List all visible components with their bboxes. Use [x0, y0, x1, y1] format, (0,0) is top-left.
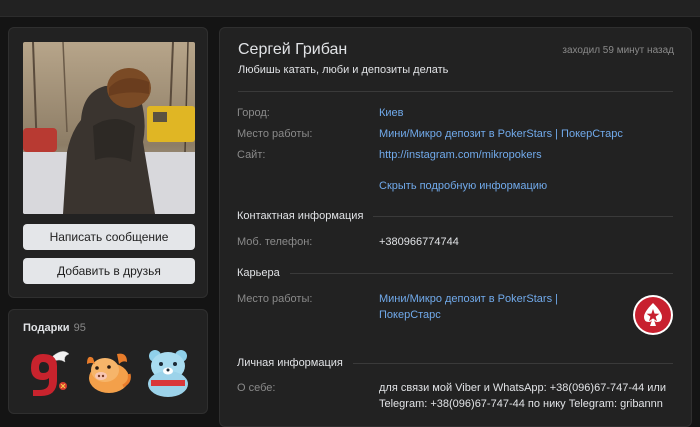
website-link[interactable]: http://instagram.com/mikropokers: [379, 147, 542, 163]
profile-photo[interactable]: [23, 42, 195, 214]
about-text-line1: для связи мой Viber и WhatsApp: +38(096)…: [379, 382, 666, 394]
career-work-label: Место работы:: [237, 293, 313, 305]
last-seen-status: заходил 59 минут назад: [562, 45, 674, 56]
section-divider: [289, 272, 673, 274]
work-link[interactable]: Мини/Микро депозит в PokerStars | ПокерС…: [379, 126, 623, 142]
phone-label: Моб. телефон:: [237, 236, 313, 248]
personal-section-header: Личная информация: [237, 357, 673, 369]
number-9-gift-icon[interactable]: [23, 346, 73, 398]
city-label: Город:: [237, 107, 270, 119]
about-value: для связи мой Viber и WhatsApp: +38(096)…: [379, 380, 666, 412]
pig-gift-icon[interactable]: [83, 346, 133, 398]
profile-photo-card: Написать сообщение Добавить в друзья: [8, 27, 208, 298]
profile-photo-image: [23, 42, 195, 214]
profile-status[interactable]: Любишь катать, люби и депозиты делать: [238, 64, 448, 76]
contacts-section-title: Контактная информация: [237, 210, 364, 222]
about-text-line2: Telegram: +38(096)67-747-44 по нику Tele…: [379, 398, 663, 410]
add-friend-button[interactable]: Добавить в друзья: [23, 258, 195, 284]
personal-section-title: Личная информация: [237, 357, 343, 369]
career-work-link-line1[interactable]: Мини/Микро депозит в PokerStars |: [379, 291, 558, 307]
career-section-header: Карьера: [237, 267, 673, 279]
pokerstars-logo-icon[interactable]: [632, 294, 674, 336]
send-message-button[interactable]: Написать сообщение: [23, 224, 195, 250]
gifts-card: Подарки 95: [8, 309, 208, 414]
career-section-title: Карьера: [237, 267, 280, 279]
bear-gift-icon[interactable]: [143, 346, 193, 398]
gifts-count: 95: [73, 322, 86, 334]
section-divider: [352, 362, 673, 364]
work-label: Место работы:: [237, 128, 313, 140]
contacts-section-header: Контактная информация: [237, 210, 673, 222]
about-label: О себе:: [237, 382, 276, 394]
career-work-link-line2[interactable]: ПокерСтарс: [379, 307, 558, 323]
top-navigation-bar: [0, 0, 700, 17]
gifts-header[interactable]: Подарки 95: [23, 322, 86, 334]
section-divider: [373, 215, 673, 217]
header-divider: [238, 91, 673, 92]
city-link[interactable]: Киев: [379, 105, 404, 121]
phone-value: +380966774744: [379, 236, 459, 248]
profile-name: Сергей Грибан: [238, 41, 348, 58]
gifts-title: Подарки: [23, 322, 70, 334]
hide-details-link[interactable]: Скрыть подробную информацию: [379, 178, 547, 194]
profile-info-card: Сергей Грибан заходил 59 минут назад Люб…: [219, 27, 692, 427]
career-work-value[interactable]: Мини/Микро депозит в PokerStars | ПокерС…: [379, 291, 558, 323]
website-label: Сайт:: [237, 149, 266, 161]
